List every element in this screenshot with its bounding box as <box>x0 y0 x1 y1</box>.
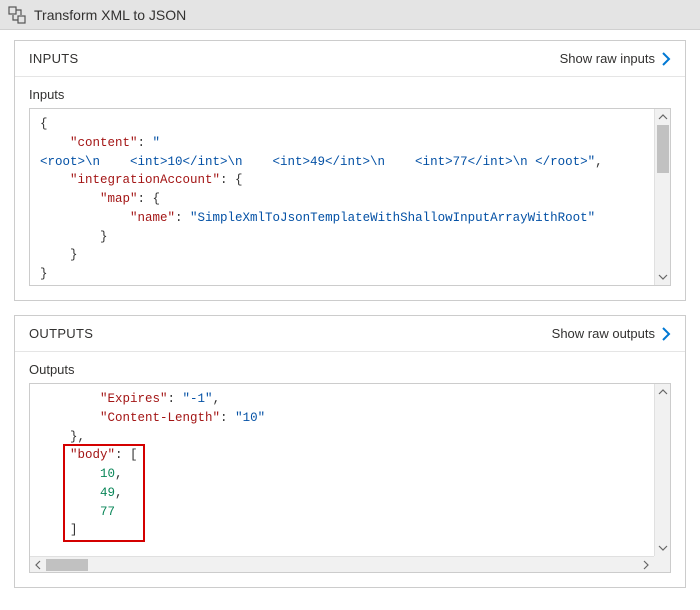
outputs-vertical-scrollbar[interactable] <box>654 384 670 556</box>
inputs-panel-header: INPUTS Show raw inputs <box>15 41 685 77</box>
transform-icon <box>8 6 26 24</box>
outputs-header-label: OUTPUTS <box>29 326 93 341</box>
scroll-left-icon[interactable] <box>30 557 46 573</box>
outputs-panel-header: OUTPUTS Show raw outputs <box>15 316 685 352</box>
window-title: Transform XML to JSON <box>34 7 186 23</box>
scroll-down-icon[interactable] <box>655 269 671 285</box>
inputs-panel: INPUTS Show raw inputs Inputs { "content… <box>14 40 686 301</box>
inputs-panel-body: Inputs { "content": " <root>\n <int>10</… <box>15 77 685 300</box>
inputs-vertical-scrollbar[interactable] <box>654 109 670 285</box>
chevron-right-icon <box>661 327 671 341</box>
scrollbar-thumb[interactable] <box>657 125 669 173</box>
outputs-sub-label: Outputs <box>29 362 671 377</box>
scroll-right-icon[interactable] <box>638 557 654 573</box>
inputs-code-box: { "content": " <root>\n <int>10</int>\n … <box>29 108 671 286</box>
outputs-code-box: "Expires": "-1", "Content-Length": "10" … <box>29 383 671 573</box>
show-raw-outputs-link[interactable]: Show raw outputs <box>552 326 671 341</box>
outputs-code: "Expires": "-1", "Content-Length": "10" … <box>30 384 654 546</box>
inputs-code-viewport[interactable]: { "content": " <root>\n <int>10</int>\n … <box>30 109 654 285</box>
outputs-panel-body: Outputs "Expires": "-1", "Content-Length… <box>15 352 685 587</box>
show-raw-outputs-label: Show raw outputs <box>552 326 655 341</box>
scroll-up-icon[interactable] <box>655 384 671 400</box>
outputs-panel: OUTPUTS Show raw outputs Outputs "Expire… <box>14 315 686 588</box>
scroll-up-icon[interactable] <box>655 109 671 125</box>
outputs-horizontal-scrollbar[interactable] <box>30 556 654 572</box>
inputs-header-label: INPUTS <box>29 51 78 66</box>
show-raw-inputs-label: Show raw inputs <box>560 51 655 66</box>
inputs-sub-label: Inputs <box>29 87 671 102</box>
scroll-down-icon[interactable] <box>655 540 671 556</box>
scrollbar-thumb[interactable] <box>46 559 88 571</box>
outputs-code-viewport[interactable]: "Expires": "-1", "Content-Length": "10" … <box>30 384 654 556</box>
chevron-right-icon <box>661 52 671 66</box>
show-raw-inputs-link[interactable]: Show raw inputs <box>560 51 671 66</box>
title-bar: Transform XML to JSON <box>0 0 700 30</box>
scroll-corner <box>654 556 670 572</box>
inputs-code: { "content": " <root>\n <int>10</int>\n … <box>30 109 654 285</box>
